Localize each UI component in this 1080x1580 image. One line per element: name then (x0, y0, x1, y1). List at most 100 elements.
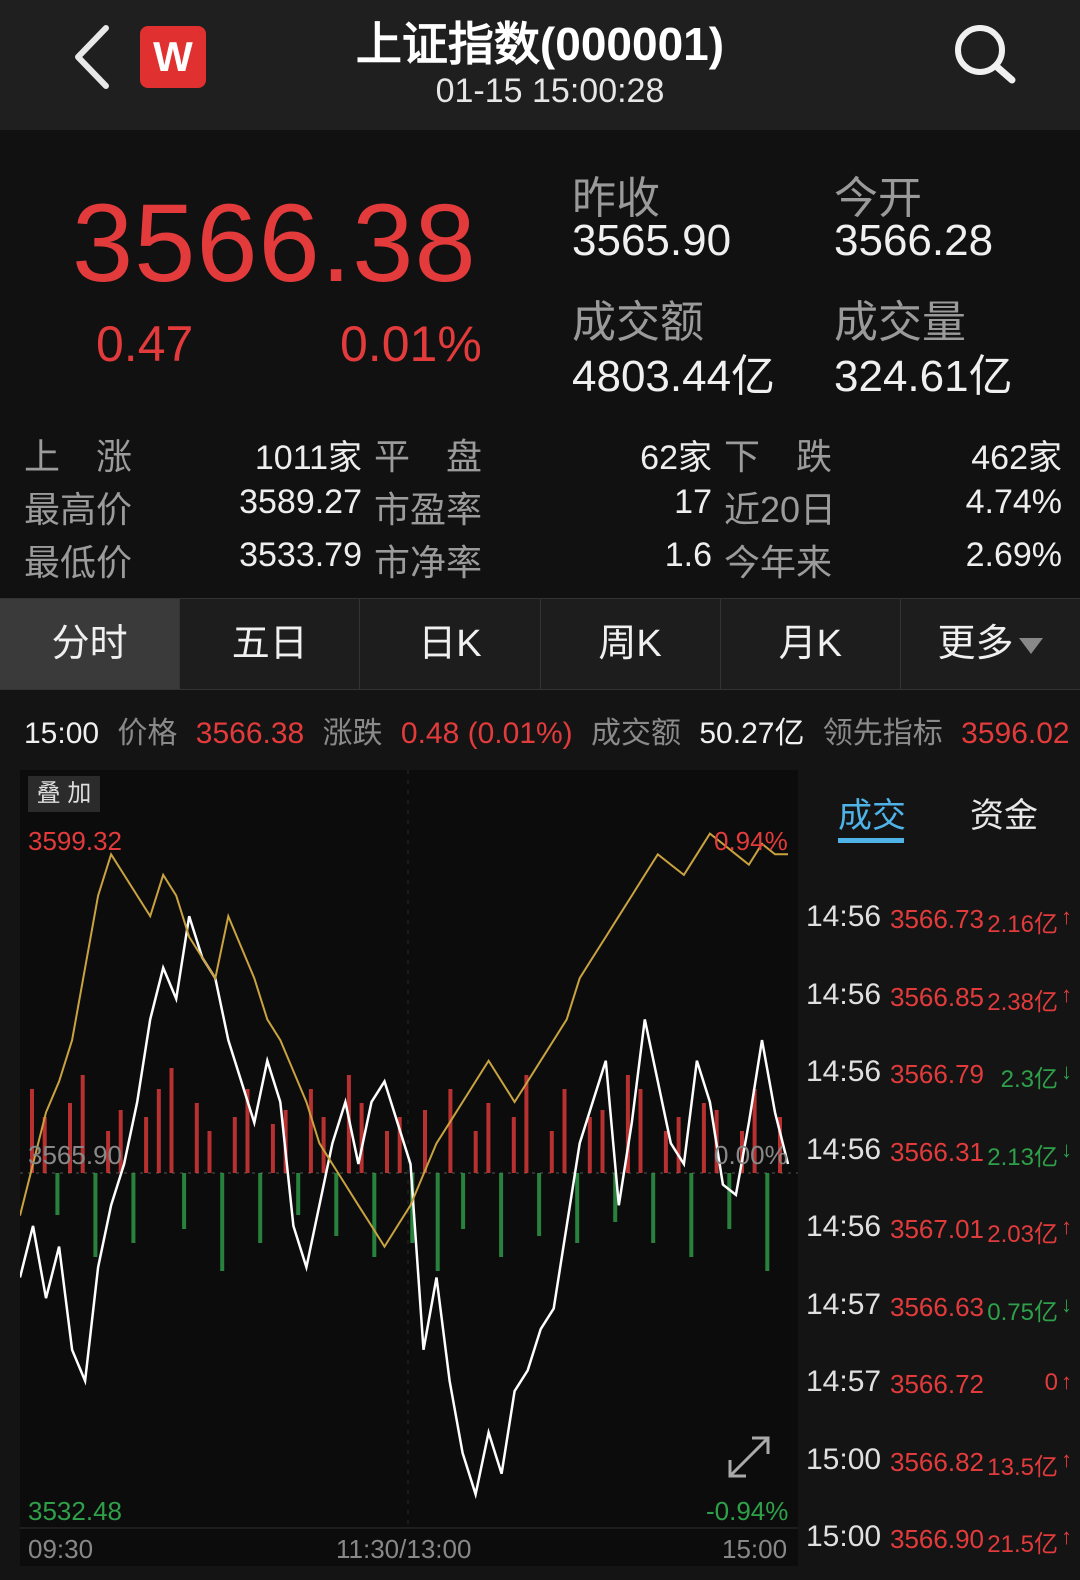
tab-more[interactable]: 更多 (901, 599, 1080, 689)
volume-bar (93, 1173, 98, 1257)
info-lead: 3596.02 (961, 717, 1070, 750)
trade-time: 14:56 (806, 1132, 882, 1166)
volume-bar (258, 1173, 263, 1243)
arrow-down-icon: ↓ (1061, 1059, 1072, 1084)
volume-bar (562, 1089, 567, 1173)
expand-icon[interactable] (722, 1430, 776, 1484)
tab-weekly-k[interactable]: 周K (541, 599, 721, 689)
volume-bar (600, 1110, 605, 1173)
volume-bar (372, 1173, 377, 1257)
arrow-up-icon: ↑ (1061, 904, 1072, 929)
volume-bar (220, 1173, 225, 1271)
amount: 4803.44亿 (572, 352, 776, 401)
volume-bar (308, 1089, 313, 1173)
volume-bar (537, 1173, 542, 1236)
app-header: W 上证指数(000001) 01-15 15:00:28 (0, 0, 1080, 130)
volume-bar (727, 1173, 732, 1229)
volume-bar (232, 1117, 237, 1173)
active-tab-underline (838, 838, 904, 843)
trade-time: 14:56 (806, 1210, 882, 1243)
arrow-up-icon: ↑ (1061, 1369, 1072, 1394)
trade-time: 15:00 (806, 1442, 882, 1476)
pe-value: 17 (674, 483, 712, 521)
tab-five-day[interactable]: 五日 (180, 599, 361, 689)
pb-label: 市净率 (374, 542, 483, 583)
volume-bar (461, 1173, 466, 1229)
volume-bar (156, 1089, 161, 1173)
trade-volume: 21.5亿 (987, 1531, 1058, 1558)
trade-price: 3566.85 (890, 981, 984, 1012)
info-lead-label: 领先指标 (822, 717, 943, 750)
arrow-up-icon: ↑ (1061, 1446, 1072, 1472)
arrow-down-icon: ↓ (1061, 1136, 1072, 1162)
volume-bar (448, 1089, 453, 1173)
trade-price: 3566.73 (890, 904, 984, 934)
overlay-button[interactable]: 叠 加 (28, 776, 100, 812)
d20-value: 4.74% (965, 483, 1062, 521)
d20-label: 近20日 (724, 489, 837, 530)
volume-bar (549, 1131, 554, 1173)
arrow-up-icon: ↑ (1061, 981, 1072, 1007)
info-chg: 0.48 (0.01%) (400, 717, 573, 750)
tab-monthly-k[interactable]: 月K (721, 599, 901, 689)
tab-intraday[interactable]: 分时 (0, 599, 181, 689)
trade-time: 14:57 (806, 1365, 882, 1398)
volume-bar (689, 1173, 694, 1257)
price-change-pct: 0.01% (340, 316, 482, 372)
volume-bar (296, 1173, 301, 1215)
flat-count: 62家 (640, 439, 712, 477)
volume-bar (321, 1117, 326, 1173)
volume-bar (524, 1075, 529, 1173)
prev-close: 3565.90 (572, 216, 732, 265)
tab-label: 五日 (231, 623, 308, 665)
trade-price: 3566.72 (890, 1369, 984, 1399)
tab-label: 更多 (937, 623, 1014, 665)
info-amt: 50.27亿 (699, 717, 805, 750)
trade-row: 15:00 3566.90 21.5亿 ↑ (806, 1520, 1072, 1580)
y-axis-mid-label: 3565.90 (28, 1140, 122, 1170)
intraday-chart[interactable] (20, 770, 798, 1566)
volume-bar (194, 1103, 199, 1173)
volume-bar (511, 1117, 516, 1173)
tab-deals[interactable]: 成交 (838, 788, 906, 837)
trade-time: 14:56 (806, 1055, 882, 1088)
ytd-value: 2.69% (965, 536, 1062, 574)
trade-price: 3566.79 (890, 1059, 984, 1089)
ytd-label: 今年来 (724, 542, 833, 583)
quote-panel: 3566.38 0.47 0.01% 昨收 3565.90 今开 3566.28… (0, 130, 1080, 598)
info-time: 15:00 (24, 717, 100, 750)
page-title: 上证指数(000001) (355, 18, 725, 70)
search-icon[interactable] (950, 20, 1020, 90)
open-price: 3566.28 (834, 216, 994, 265)
up-label: 上 涨 (24, 436, 133, 477)
volume: 324.61亿 (834, 352, 1013, 401)
volume-bar (473, 1131, 478, 1173)
tab-label: 周K (598, 623, 662, 665)
volume-bar (676, 1117, 681, 1173)
low-price: 3533.79 (239, 536, 362, 574)
trade-row: 14:56 3566.79 2.3亿 ↓ (806, 1055, 1072, 1115)
high-label: 最高价 (24, 489, 133, 530)
volume-bar (638, 1089, 643, 1173)
trade-volume: 2.3亿 (1000, 1066, 1058, 1093)
trade-row: 14:56 3566.85 2.38亿 ↑ (806, 978, 1072, 1038)
volume-bar (435, 1173, 440, 1271)
volume-bar (765, 1173, 770, 1271)
trade-volume: 0.75亿 (987, 1298, 1058, 1326)
trade-time: 14:56 (806, 900, 882, 933)
tab-funds[interactable]: 资金 (970, 788, 1038, 837)
volume-bar (423, 1110, 427, 1173)
down-label: 下 跌 (724, 436, 833, 477)
x-axis-start-label: 09:30 (28, 1534, 94, 1564)
trade-row: 14:56 3567.01 2.03亿 ↑ (806, 1210, 1072, 1270)
tab-daily-k[interactable]: 日K (360, 599, 541, 689)
down-count: 462家 (971, 439, 1062, 477)
trade-row: 15:00 3566.82 13.5亿 ↑ (806, 1443, 1072, 1503)
info-chg-label: 涨跌 (322, 717, 383, 750)
volume-bar (499, 1173, 504, 1257)
volume-bar (651, 1173, 656, 1243)
tab-label: 月K (778, 623, 842, 665)
volume-bar (701, 1103, 706, 1173)
tab-label: 分时 (51, 623, 128, 665)
trade-price: 3566.31 (890, 1136, 984, 1167)
